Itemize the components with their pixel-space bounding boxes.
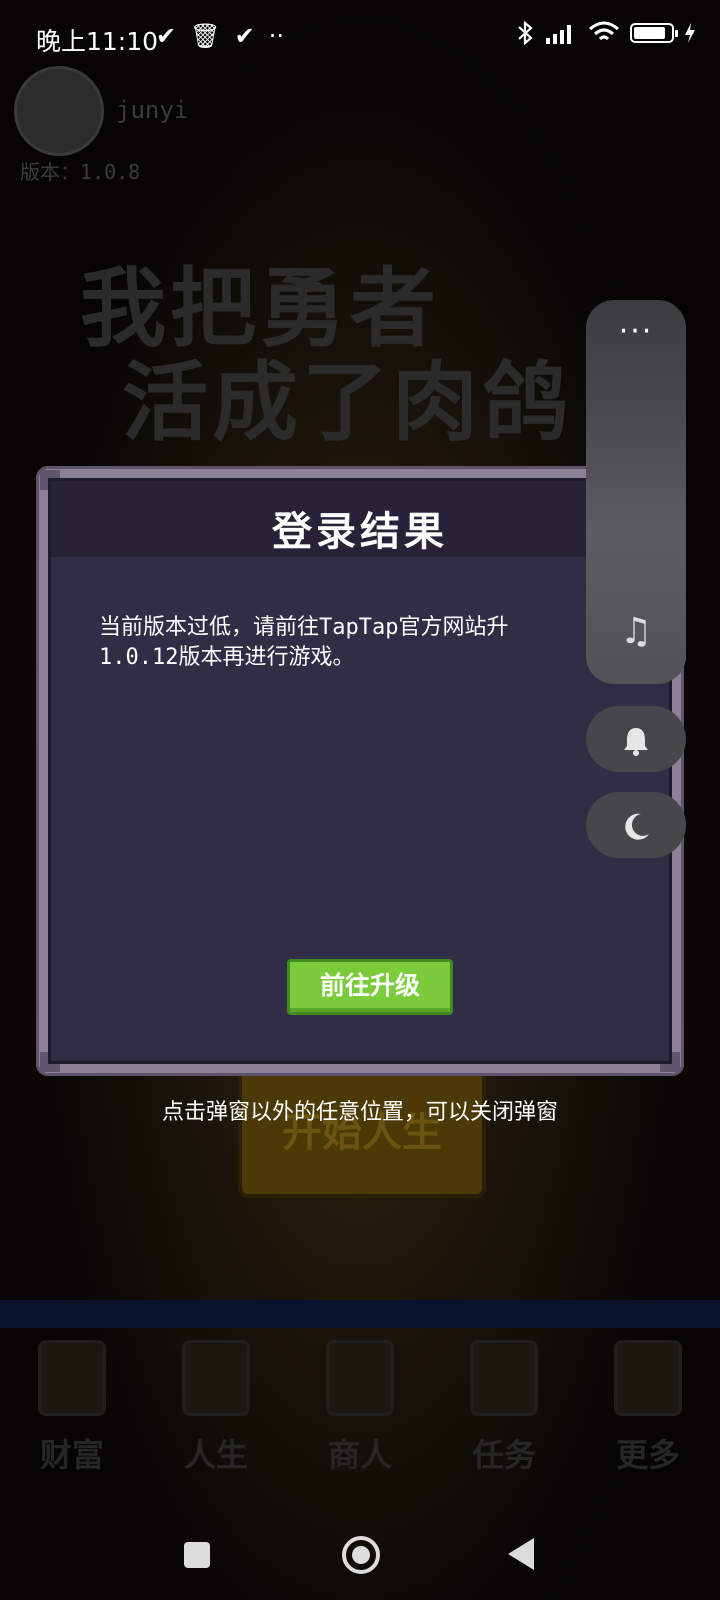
more-dots-icon: ·· xyxy=(268,22,284,50)
nav-item-task: 任务 xyxy=(444,1340,564,1510)
bluetooth-icon xyxy=(518,20,533,46)
notification-icons: ✔ 🗑 ✔ ·· xyxy=(156,22,284,50)
check-icon: ✔ xyxy=(234,22,255,50)
more-icon[interactable]: ··· xyxy=(586,314,686,349)
dialog-message: 当前版本过低，请前往TapTap官方网站升 1.0.12版本再进行游戏。 xyxy=(99,615,509,670)
ship-icon xyxy=(614,1340,682,1416)
bottom-nav: 财富 人生 商人 任务 更多 xyxy=(0,1340,720,1510)
battery-icon xyxy=(630,23,678,43)
status-bar: 晚上11:10 ✔ 🗑 ✔ ·· xyxy=(0,0,720,76)
bell-icon xyxy=(624,728,648,756)
version-label: 版本：1.0.8 xyxy=(20,160,141,184)
signal-icon xyxy=(546,25,571,44)
lock-icon xyxy=(326,1340,394,1416)
lock-icon xyxy=(182,1340,250,1416)
start-button: 开始人生 xyxy=(238,1060,486,1198)
nav-item-merchant: 商人 xyxy=(300,1340,420,1510)
game-title-line1: 我把勇者 xyxy=(80,259,440,359)
nav-item-more: 更多 xyxy=(588,1340,708,1510)
bell-button[interactable] xyxy=(586,706,686,772)
dialog-header: 登录结果 xyxy=(51,481,669,557)
check-icon: ✔ xyxy=(156,22,177,50)
lock-icon xyxy=(38,1340,106,1416)
avatar xyxy=(14,66,104,156)
battery-fill xyxy=(634,27,665,39)
background-stripe xyxy=(0,1300,720,1328)
wifi-icon xyxy=(589,21,619,41)
night-mode-button[interactable] xyxy=(586,792,686,858)
nav-item-life: 人生 xyxy=(156,1340,276,1510)
music-icon[interactable]: ♫ xyxy=(586,611,686,652)
username-label: junyi xyxy=(116,96,189,124)
moon-icon xyxy=(625,813,649,840)
nav-label: 财富 xyxy=(39,1436,104,1474)
nav-label: 更多 xyxy=(615,1436,680,1474)
system-icons xyxy=(516,20,696,46)
home-button[interactable] xyxy=(342,1536,380,1574)
game-title: 我把勇者 活成了肉鸽 xyxy=(80,262,620,450)
nav-item-wealth: 财富 xyxy=(12,1340,132,1510)
floating-panel: ··· ♫ xyxy=(586,300,686,684)
dialog-body: 登录结果 当前版本过低，请前往TapTap官方网站升 1.0.12版本再进行游戏… xyxy=(48,478,672,1064)
nav-label: 人生 xyxy=(183,1436,248,1474)
back-button[interactable] xyxy=(508,1538,534,1570)
status-time: 晚上11:10 xyxy=(36,27,159,56)
lock-icon xyxy=(470,1340,538,1416)
system-nav-bar xyxy=(0,1510,720,1600)
dialog-title: 登录结果 xyxy=(272,509,448,555)
nav-label: 任务 xyxy=(471,1436,536,1474)
close-hint: 点击弹窗以外的任意位置，可以关闭弹窗 xyxy=(161,1100,558,1125)
trash-icon: 🗑 xyxy=(190,22,221,50)
recents-button[interactable] xyxy=(184,1542,210,1568)
nav-label: 商人 xyxy=(327,1436,392,1474)
charging-icon xyxy=(685,23,695,43)
upgrade-button[interactable]: 前往升级 xyxy=(287,959,453,1015)
game-title-line2: 活成了肉鸽 xyxy=(122,353,572,453)
